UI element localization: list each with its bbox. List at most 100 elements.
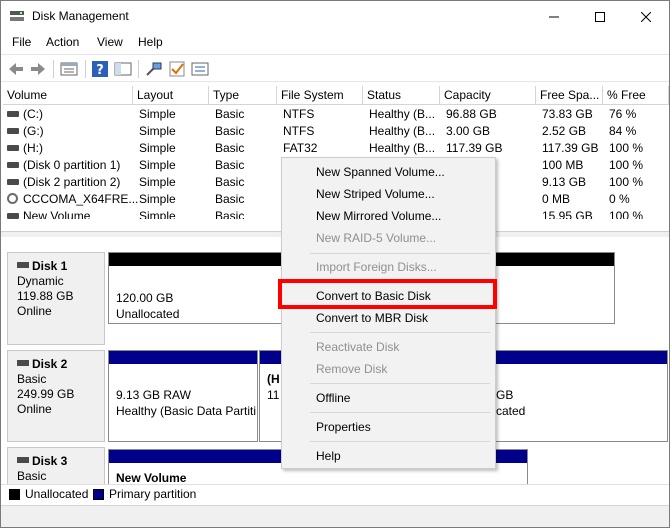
type-cell: Basic [215,192,245,206]
partition-size: 11 [267,388,280,402]
disk-context-menu: New Spanned Volume... New Striped Volume… [281,157,496,469]
settings-list-icon[interactable] [190,59,210,79]
unallocated-swatch [9,489,20,500]
free-space-cell: 0 MB [542,192,571,206]
partition-size: 120.00 GB [116,291,174,305]
forward-arrow-icon[interactable] [28,59,48,79]
volume-icon [7,111,19,117]
type-cell: Basic [215,158,245,172]
cd-drive-icon [7,193,18,204]
table-row[interactable]: (C:) Simple Basic NTFS Healthy (B... 96.88 GB… [3,106,669,123]
menu-file[interactable]: File [12,35,31,49]
toolbar-separator [85,60,86,78]
menu-help[interactable]: Help [138,35,163,49]
table-row[interactable]: (G:) Simple Basic NTFS Healthy (B... 3.00 GB 2… [3,123,669,140]
percent-free-cell: 100 % [609,209,644,219]
layout-cell: Simple [139,192,176,206]
menu-bar: File Action View Help [1,32,669,54]
free-space-cell: 100 MB [542,158,584,172]
capacity-cell: 117.39 GB [446,141,503,155]
connect-icon[interactable] [144,59,164,79]
status-cell: Healthy (B... [369,141,436,155]
maximize-button[interactable] [577,1,623,32]
disk-3-label[interactable]: Disk 3 Basic [7,447,105,487]
type-cell: Basic [215,209,245,219]
layout-cell: Simple [139,141,176,155]
menu-properties[interactable]: Properties [282,416,495,438]
percent-free-cell: 100 % [609,158,644,172]
table-row[interactable]: (H:) Simple Basic FAT32 Healthy (B... 117.39 … [3,140,669,157]
layout-cell: Simple [139,158,176,172]
type-cell: Basic [215,141,245,155]
column-header-layout[interactable]: Layout [133,86,209,105]
menu-new-mirrored-volume[interactable]: New Mirrored Volume... [282,205,495,227]
menu-action[interactable]: Action [46,35,79,49]
svg-text:?: ? [96,63,104,78]
disk-icon [17,360,29,366]
minimize-button[interactable] [531,1,577,32]
disk-type: Dynamic [17,274,64,288]
disk-2-label[interactable]: Disk 2 Basic 249.99 GB Online [7,350,105,442]
menu-new-raid5-volume: New RAID-5 Volume... [316,231,437,245]
percent-free-cell: 84 % [609,124,637,138]
disk-name: Disk 1 [32,259,68,273]
column-header-type[interactable]: Type [209,86,277,105]
menu-separator [310,332,490,333]
volume-cell: (H:) [23,141,43,155]
column-header-capacity[interactable]: Capacity [440,86,536,105]
disk-icon [17,262,29,268]
back-arrow-icon[interactable] [6,59,26,79]
column-header-file-system[interactable]: File System [277,86,363,105]
menu-convert-to-mbr-disk[interactable]: Convert to MBR Disk [282,307,495,329]
menu-view[interactable]: View [97,35,123,49]
disk-management-window: Disk Management File Action View Help ? … [0,0,670,528]
console-tree-icon[interactable] [113,59,133,79]
volume-icon [7,179,19,185]
partition-description: cated [496,404,526,418]
partition-description: Unallocated [116,307,180,321]
free-space-cell: 9.13 GB [542,175,587,189]
menu-offline[interactable]: Offline [282,387,495,409]
percent-free-cell: 76 % [609,107,637,121]
disk-name: Disk 2 [32,357,68,371]
toolbar-separator [138,60,139,78]
free-space-cell: 15.95 GB [542,209,593,219]
partition-size: 9.13 GB RAW [116,388,191,402]
column-header-percent-free[interactable]: % Free [603,86,669,105]
file-system-cell: NTFS [283,107,315,121]
layout-cell: Simple [139,175,176,189]
volume-cell: (C:) [23,107,43,121]
disk-2-h-partition[interactable]: (H 11 [259,350,283,442]
percent-free-cell: 100 % [609,175,644,189]
free-space-cell: 2.52 GB [542,124,587,138]
column-header-status[interactable]: Status [363,86,440,105]
disk-state: Online [17,402,52,416]
disk-2-raw-partition[interactable]: 9.13 GB RAW Healthy (Basic Data Partiti [108,350,258,442]
disk-2-partition-right[interactable]: GB cated [496,350,668,442]
menu-new-striped-volume[interactable]: New Striped Volume... [282,183,495,205]
close-button[interactable] [623,1,669,32]
legend: Unallocated Primary partition [1,484,669,504]
check-icon[interactable] [167,59,187,79]
properties-icon[interactable] [59,59,79,79]
title-bar: Disk Management [1,1,669,32]
disk-1-label[interactable]: Disk 1 Dynamic 119.88 GB Online [7,252,105,345]
volume-cell: (Disk 2 partition 2) [23,175,121,189]
help-icon[interactable]: ? [90,59,110,79]
column-header-volume[interactable]: Volume [3,86,133,105]
disk-size: 249.99 GB [17,387,75,401]
column-header-free-space[interactable]: Free Spa... [536,86,603,105]
primary-partition-bar [109,351,257,364]
free-space-cell: 117.39 GB [542,141,599,155]
free-space-cell: 73.83 GB [542,107,593,121]
toolbar: ? [1,54,669,82]
menu-help[interactable]: Help [282,445,495,467]
primary-partition-bar [496,351,667,364]
primary-partition-swatch [93,489,104,500]
toolbar-separator [53,60,54,78]
percent-free-cell: 100 % [609,141,644,155]
partition-title: (H [267,372,280,386]
menu-new-spanned-volume[interactable]: New Spanned Volume... [282,161,495,183]
volume-cell: (Disk 0 partition 1) [23,158,121,172]
volume-icon [7,213,19,219]
